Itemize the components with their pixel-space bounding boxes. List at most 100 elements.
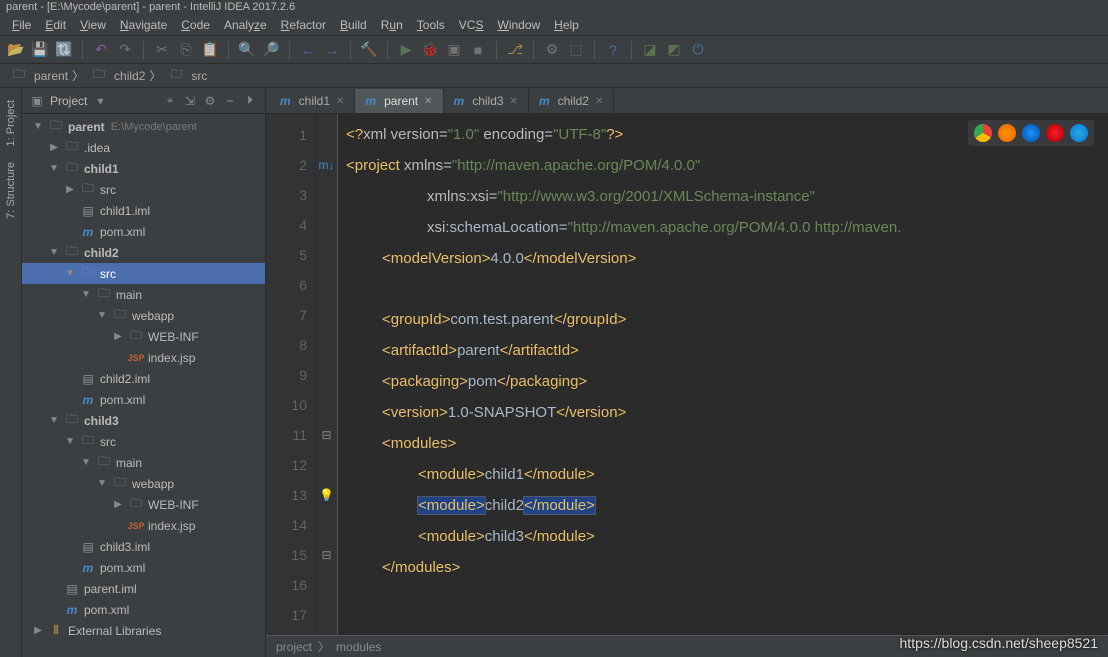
tool-project[interactable]: 1: Project	[3, 92, 19, 154]
menu-window[interactable]: Window	[491, 16, 546, 34]
menu-help[interactable]: Help	[548, 16, 585, 34]
close-icon[interactable]: ✕	[424, 96, 432, 107]
menu-build[interactable]: Build	[334, 16, 373, 34]
refresh-icon[interactable]: 🔃	[56, 42, 72, 58]
crumb-modules[interactable]: modules	[336, 640, 381, 654]
paste-icon[interactable]: 📋	[202, 42, 218, 58]
tab-child2[interactable]: mchild2✕	[529, 89, 614, 113]
back-icon[interactable]: ←	[300, 42, 316, 58]
tree-item-child3-iml[interactable]: ▤child3.iml	[22, 536, 265, 557]
settings-icon[interactable]: ⚙	[203, 94, 217, 108]
collapse-icon[interactable]: ⇲	[183, 94, 197, 108]
tree-item-src[interactable]: ▼🗀src	[22, 431, 265, 452]
copy-icon[interactable]: ⎘	[178, 42, 194, 58]
tree-item-index-jsp[interactable]: JSPindex.jsp	[22, 515, 265, 536]
firefox-icon[interactable]	[998, 124, 1016, 142]
separator	[594, 41, 595, 59]
crumb-project[interactable]: project	[276, 640, 312, 654]
redo-icon[interactable]: ↷	[117, 42, 133, 58]
separator	[82, 41, 83, 59]
tree-item-WEB-INF[interactable]: ▶🗀WEB-INF	[22, 326, 265, 347]
left-tool-stripe: 1: Project 7: Structure	[0, 88, 22, 657]
build-icon[interactable]: 🔨	[361, 42, 377, 58]
locate-icon[interactable]: ⌖	[163, 94, 177, 108]
tree-item-webapp[interactable]: ▼🗀webapp	[22, 473, 265, 494]
open-in-browser	[968, 120, 1094, 146]
tree-item-src[interactable]: ▶🗀src	[22, 179, 265, 200]
tree-item-pom-xml[interactable]: mpom.xml	[22, 599, 265, 620]
nav-breadcrumb: 🗀parent〉 🗀child2〉 🗀src	[0, 64, 1108, 88]
tree-item-pom-xml[interactable]: mpom.xml	[22, 389, 265, 410]
debug-icon[interactable]: 🐞	[422, 42, 438, 58]
tool-structure[interactable]: 7: Structure	[3, 154, 19, 227]
chrome-icon[interactable]	[974, 124, 992, 142]
folder-icon: 🗀	[92, 69, 106, 83]
menu-navigate[interactable]: Navigate	[114, 16, 173, 34]
vcs-icon[interactable]: ⎇	[507, 42, 523, 58]
project-structure-icon[interactable]: ⚙	[544, 42, 560, 58]
tree-item--idea[interactable]: ▶🗀.idea	[22, 137, 265, 158]
menu-refactor[interactable]: Refactor	[275, 16, 332, 34]
power-icon[interactable]: ⏻	[690, 42, 706, 58]
close-icon[interactable]: ✕	[595, 96, 603, 107]
help-icon[interactable]: ?	[605, 42, 621, 58]
menu-tools[interactable]: Tools	[411, 16, 451, 34]
tree-item-child2-iml[interactable]: ▤child2.iml	[22, 368, 265, 389]
jrebel-icon[interactable]: ◪	[642, 42, 658, 58]
tree-item-child3[interactable]: ▼🗀child3	[22, 410, 265, 431]
tree-item-WEB-INF[interactable]: ▶🗀WEB-INF	[22, 494, 265, 515]
menu-analyze[interactable]: Analyze	[218, 16, 273, 34]
tree-item-child1-iml[interactable]: ▤child1.iml	[22, 200, 265, 221]
cut-icon[interactable]: ✂	[154, 42, 170, 58]
safari-icon[interactable]	[1022, 124, 1040, 142]
tab-child1[interactable]: mchild1✕	[270, 89, 355, 113]
ie-icon[interactable]	[1070, 124, 1088, 142]
run-icon[interactable]: ▶	[398, 42, 414, 58]
tree-item-index-jsp[interactable]: JSPindex.jsp	[22, 347, 265, 368]
tree-item-child2[interactable]: ▼🗀child2	[22, 242, 265, 263]
tree-item-pom-xml[interactable]: mpom.xml	[22, 221, 265, 242]
editor-tabs: mchild1✕ mparent✕ mchild3✕ mchild2✕	[266, 88, 1108, 114]
close-icon[interactable]: ✕	[510, 96, 518, 107]
close-icon[interactable]: ✕	[336, 96, 344, 107]
project-tree[interactable]: ▼🗀parentE:\Mycode\parent▶🗀.idea▼🗀child1▶…	[22, 114, 265, 657]
more-icon[interactable]: ⏵	[243, 94, 257, 108]
menu-vcs[interactable]: VCS	[453, 16, 490, 34]
crumb-src[interactable]: 🗀src	[165, 69, 207, 83]
menu-edit[interactable]: Edit	[39, 16, 72, 34]
menu-view[interactable]: View	[74, 16, 112, 34]
stop-icon[interactable]: ■	[470, 42, 486, 58]
save-icon[interactable]: 💾	[32, 42, 48, 58]
menu-file[interactable]: File	[6, 16, 37, 34]
code-editor[interactable]: 1234567891011121314151617 m↓ ⊟ 💡 ⊟ <?xml…	[266, 114, 1108, 635]
tree-item-src[interactable]: ▼🗀src	[22, 263, 265, 284]
replace-icon[interactable]: 🔎	[263, 42, 279, 58]
crumb-child2[interactable]: 🗀child2	[88, 69, 145, 83]
tree-item-child1[interactable]: ▼🗀child1	[22, 158, 265, 179]
open-icon[interactable]: 📂	[8, 42, 24, 58]
tree-item-parent[interactable]: ▼🗀parentE:\Mycode\parent	[22, 116, 265, 137]
jrebel2-icon[interactable]: ◩	[666, 42, 682, 58]
undo-icon[interactable]: ↶	[93, 42, 109, 58]
menu-code[interactable]: Code	[175, 16, 216, 34]
tree-item-pom-xml[interactable]: mpom.xml	[22, 557, 265, 578]
forward-icon[interactable]: →	[324, 42, 340, 58]
tree-item-main[interactable]: ▼🗀main	[22, 452, 265, 473]
tree-item-parent-iml[interactable]: ▤parent.iml	[22, 578, 265, 599]
tree-item-webapp[interactable]: ▼🗀webapp	[22, 305, 265, 326]
tab-parent[interactable]: mparent✕	[355, 89, 443, 113]
folder-icon: 🗀	[169, 69, 183, 83]
dropdown-icon[interactable]: ▾	[93, 94, 107, 108]
coverage-icon[interactable]: ▣	[446, 42, 462, 58]
separator	[496, 41, 497, 59]
hide-icon[interactable]: ⎯	[223, 94, 237, 108]
tree-item-main[interactable]: ▼🗀main	[22, 284, 265, 305]
opera-icon[interactable]	[1046, 124, 1064, 142]
code-content[interactable]: <?xml version="1.0" encoding="UTF-8"?> <…	[338, 114, 1108, 635]
tree-item-External-Libraries[interactable]: ▶⫴External Libraries	[22, 620, 265, 641]
find-icon[interactable]: 🔍	[239, 42, 255, 58]
menu-run[interactable]: Run	[375, 16, 409, 34]
sdk-icon[interactable]: ⬚	[568, 42, 584, 58]
tab-child3[interactable]: mchild3✕	[444, 89, 529, 113]
crumb-parent[interactable]: 🗀parent	[8, 69, 68, 83]
